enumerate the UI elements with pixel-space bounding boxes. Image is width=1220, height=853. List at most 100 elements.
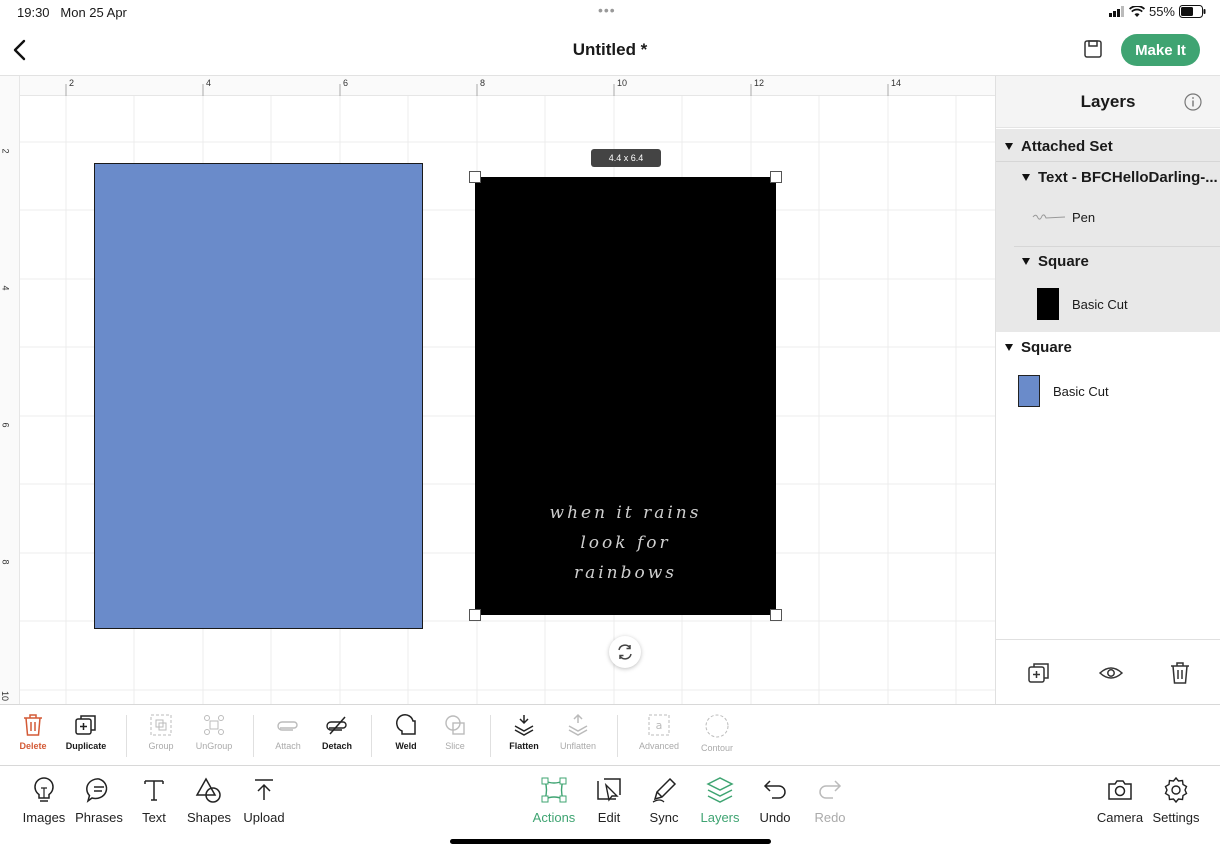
- ruler-top: 2 4 6 8 10 12 14: [0, 76, 995, 96]
- tab-camera[interactable]: Camera: [1088, 776, 1152, 825]
- make-it-button[interactable]: Make It: [1121, 34, 1200, 66]
- tab-label: Shapes: [186, 810, 232, 825]
- expand-triangle-icon[interactable]: [1005, 343, 1013, 351]
- layer-square-2[interactable]: Square: [996, 332, 1220, 362]
- ruler-top-label: 4: [206, 78, 212, 88]
- layer-item-basic-cut-black[interactable]: Basic Cut: [996, 287, 1220, 321]
- advanced-button[interactable]: a Advanced: [629, 713, 689, 751]
- toolbar-divider: [126, 715, 127, 757]
- group-button[interactable]: Group: [131, 713, 191, 751]
- tab-label: Layers: [700, 810, 740, 825]
- flatten-button[interactable]: Flatten: [494, 713, 554, 751]
- resize-handle-top-left[interactable]: [469, 171, 481, 183]
- svg-text:a: a: [656, 719, 663, 732]
- info-icon[interactable]: [1184, 93, 1202, 111]
- multitask-dots[interactable]: •••: [598, 2, 616, 18]
- undo-arrow-icon: [763, 780, 786, 799]
- contour-button[interactable]: Contour: [687, 713, 747, 753]
- ruler-top-label: 2: [69, 78, 75, 88]
- ruler-left-label: 6: [0, 422, 11, 428]
- layer-item-basic-cut-blue[interactable]: Basic Cut: [996, 374, 1220, 408]
- rotate-icon: [618, 644, 632, 660]
- advanced-icon: a: [648, 714, 670, 736]
- ruler-top-label: 12: [754, 78, 765, 88]
- tab-upload[interactable]: Upload: [232, 776, 296, 825]
- tool-label: Unflatten: [559, 741, 597, 751]
- blue-square-shape[interactable]: [94, 163, 423, 629]
- edit-toolbar: Delete Duplicate Group UnGroup Attach De…: [0, 704, 1220, 766]
- resize-handle-bottom-left[interactable]: [469, 609, 481, 621]
- delete-button[interactable]: Delete: [3, 713, 63, 751]
- visibility-eye-icon[interactable]: [1098, 660, 1124, 686]
- tool-label: Delete: [19, 741, 47, 751]
- tool-label: Detach: [321, 741, 352, 751]
- tab-settings[interactable]: Settings: [1144, 776, 1208, 825]
- flatten-icon: [514, 715, 534, 736]
- save-icon: [1084, 40, 1102, 58]
- phrase-line: when it rains: [549, 503, 702, 523]
- group-icon: [150, 714, 172, 736]
- tab-label: Edit: [597, 810, 621, 825]
- black-swatch: [1037, 288, 1059, 320]
- toolbar-divider: [490, 715, 491, 757]
- ungroup-button[interactable]: UnGroup: [184, 713, 244, 751]
- tool-label: Group: [148, 741, 174, 751]
- layer-item-pen[interactable]: Pen: [996, 202, 1220, 232]
- speech-bubble-icon: [86, 778, 108, 803]
- slice-button[interactable]: Slice: [425, 713, 485, 751]
- tool-label: Duplicate: [65, 741, 107, 751]
- camera-icon: [1108, 780, 1132, 800]
- tab-sync[interactable]: Sync: [632, 776, 696, 825]
- toolbar-divider: [371, 715, 372, 757]
- wifi-icon: [1128, 5, 1145, 17]
- top-header: Untitled * Make It: [0, 24, 1220, 76]
- layer-group-attached-set[interactable]: Attached Set: [996, 132, 1220, 162]
- ruler-left-label: 10: [0, 690, 11, 702]
- duplicate-layer-icon[interactable]: [1026, 660, 1052, 686]
- tool-label: Flatten: [509, 741, 539, 751]
- tab-label: Settings: [1152, 810, 1200, 825]
- expand-triangle-icon[interactable]: [1022, 173, 1030, 181]
- layer-text-bfchellodarling[interactable]: Text - BFCHelloDarling-...: [996, 162, 1220, 192]
- tab-label: Phrases: [75, 810, 123, 825]
- delete-layer-icon[interactable]: [1167, 660, 1193, 686]
- tool-label: UnGroup: [195, 741, 233, 751]
- tool-label: Weld: [395, 741, 417, 751]
- layer-label: Attached Set: [1021, 138, 1113, 155]
- save-button[interactable]: [1082, 38, 1104, 60]
- tool-label: Slice: [445, 741, 465, 751]
- detach-icon: [326, 716, 347, 735]
- unflatten-icon: [568, 713, 588, 736]
- detach-button[interactable]: Detach: [307, 713, 367, 751]
- phrase-text[interactable]: when it rains look for rainbows: [475, 498, 776, 588]
- bottom-tab-bar: Images Phrases Text Shapes Upload Action…: [0, 766, 1220, 853]
- rotate-handle[interactable]: [609, 636, 641, 668]
- tab-redo[interactable]: Redo: [798, 776, 862, 825]
- layer-square-1[interactable]: Square: [1014, 246, 1220, 276]
- slice-icon: [445, 715, 465, 735]
- ruler-left-label: 8: [0, 559, 11, 565]
- blue-swatch: [1018, 375, 1040, 407]
- layers-footer: [996, 639, 1220, 704]
- tool-label: Contour: [700, 743, 734, 753]
- toolbar-divider: [253, 715, 254, 757]
- ruler-left-label: 4: [0, 285, 11, 291]
- expand-triangle-icon[interactable]: [1022, 258, 1030, 265]
- expand-triangle-icon[interactable]: [1005, 143, 1013, 150]
- contour-icon: [705, 714, 729, 738]
- edit-pointer-icon: [597, 778, 621, 802]
- duplicate-button[interactable]: Duplicate: [56, 713, 116, 751]
- unflatten-button[interactable]: Unflatten: [548, 713, 608, 751]
- document-title[interactable]: Untitled *: [0, 40, 1220, 60]
- home-indicator[interactable]: [450, 839, 771, 844]
- pen-stroke-icon: [1032, 214, 1066, 220]
- layer-sub-label: Basic Cut: [1072, 296, 1128, 312]
- resize-handle-top-right[interactable]: [770, 171, 782, 183]
- tool-label: Advanced: [638, 741, 680, 751]
- layer-label: Square: [1021, 338, 1072, 356]
- layer-sub-label: Basic Cut: [1053, 383, 1109, 399]
- resize-handle-bottom-right[interactable]: [770, 609, 782, 621]
- design-canvas[interactable]: 2 4 6 8 10 12 14 2 4 6 8 10 4.4 x 6.4 wh…: [0, 76, 995, 704]
- ruler-top-label: 8: [480, 78, 486, 88]
- pen-nib-icon: [652, 777, 677, 803]
